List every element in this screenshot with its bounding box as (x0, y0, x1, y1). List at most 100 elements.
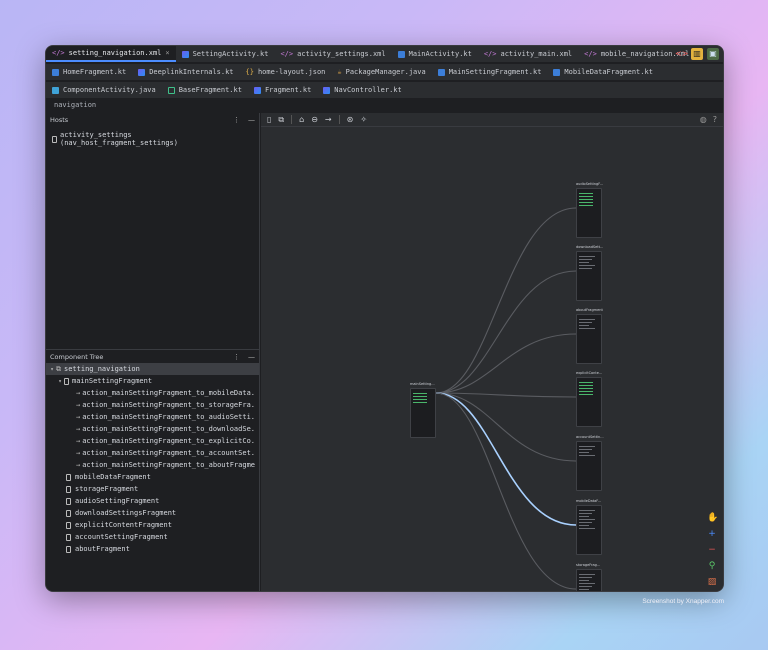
ide-window: </> setting_navigation.xml × SettingActivit… (45, 45, 724, 592)
graph-toolbar: ▯ ⧉ ⌂ ⊖ → ⊛ ✧ ◍? (261, 113, 723, 127)
magic-icon[interactable]: ✧ (360, 115, 367, 124)
tree-action-item[interactable]: → action_mainSettingFragment_to_explicitC… (46, 435, 259, 447)
design-icon[interactable]: ▣ (707, 48, 719, 60)
graph-node-destination[interactable] (576, 505, 602, 555)
tree-fragment-item[interactable]: explicitContentFragment (46, 519, 259, 531)
action-arrow-icon: → (76, 461, 81, 469)
graph-node-destination-label: aboutFragment (576, 308, 603, 312)
editor-tab[interactable]: ComponentActivity.java (46, 82, 162, 98)
hosts-title: Hosts (50, 116, 69, 124)
action-edge[interactable] (435, 333, 577, 394)
tree-fragment-item[interactable]: downloadSettingsFragment (46, 507, 259, 519)
chevron-down-icon[interactable]: ▾ (56, 378, 64, 385)
tree-action-item[interactable]: → action_mainSettingFragment_to_accountSe… (46, 447, 259, 459)
minimize-icon[interactable]: — (248, 116, 255, 124)
editor-tab[interactable]: ☕ PackageManager.java (331, 64, 431, 80)
tree-root[interactable]: ▾ ⧉ setting_navigation (46, 363, 259, 375)
pan-hand-icon[interactable]: ✋ (707, 513, 718, 523)
navigation-graph-canvas[interactable]: ▯ ⧉ ⌂ ⊖ → ⊛ ✧ ◍? mainSetting... audioSett… (261, 113, 723, 591)
tree-parent[interactable]: ▾ mainSettingFragment (46, 375, 259, 387)
graph-node-destination[interactable] (576, 251, 602, 301)
editor-tab[interactable]: BaseFragment.kt (162, 82, 248, 98)
graph-node-source[interactable] (410, 388, 436, 438)
xml-file-icon: </> (584, 49, 597, 58)
help-icon[interactable]: ? (713, 115, 717, 124)
editor-tab[interactable]: NavController.kt (317, 82, 407, 98)
editor-tab[interactable]: DeeplinkInternals.kt (132, 64, 239, 80)
editor-tab[interactable]: Fragment.kt (248, 82, 317, 98)
tree-action-item[interactable]: → action_mainSettingFragment_to_audioSett… (46, 411, 259, 423)
editor-tab[interactable]: MainSettingFragment.kt (432, 64, 548, 80)
editor-tab-label: setting_navigation.xml (68, 49, 162, 57)
action-edge[interactable] (435, 270, 577, 394)
preview-line (579, 259, 592, 260)
tree-fragment-item[interactable]: aboutFragment (46, 543, 259, 555)
kt-file-icon (323, 86, 331, 94)
home-icon[interactable]: ⌂ (299, 115, 304, 124)
action-arrow-icon: → (76, 437, 81, 445)
preview-line (579, 256, 595, 257)
blue-file-icon (52, 68, 59, 76)
link-icon[interactable]: ⊖ (311, 115, 318, 124)
editor-tab[interactable]: {} home-layout.json (240, 64, 332, 80)
warning-icon[interactable]: ◍ (700, 115, 707, 124)
blue-file-icon (397, 50, 405, 58)
editor-tab[interactable]: SettingActivity.kt (176, 46, 275, 62)
code-icon[interactable]: <> (675, 48, 688, 60)
tree-action-item[interactable]: → action_mainSettingFragment_to_storageFr… (46, 399, 259, 411)
new-destination-icon[interactable]: ▯ (267, 115, 271, 124)
preview-line (579, 268, 592, 269)
comp-file-icon (52, 86, 59, 94)
tree-fragment-item[interactable]: mobileDataFragment (46, 471, 259, 483)
more-options-icon[interactable]: ⋮ (233, 116, 240, 124)
action-arrow-icon: → (76, 449, 81, 457)
split-icon[interactable]: ▥ (691, 48, 703, 60)
tree-action-item[interactable]: → action_mainSettingFragment_to_mobileDat… (46, 387, 259, 399)
editor-tab[interactable]: </> activity_settings.xml (274, 46, 391, 62)
preview-line (579, 202, 593, 203)
graph-node-destination[interactable] (576, 314, 602, 364)
zoom-out-icon[interactable]: − (707, 545, 717, 555)
fit-screen-icon[interactable]: ▨ (707, 577, 717, 587)
component-tree-title: Component Tree (50, 352, 104, 361)
action-edges (435, 207, 577, 590)
component-tree: ▾ ⧉ setting_navigation ▾ mainSettingFrag… (46, 363, 259, 555)
graph-node-destination[interactable] (576, 188, 602, 238)
graph-node-destination[interactable] (576, 377, 602, 427)
editor-tab[interactable]: MobileDataFragment.kt (547, 64, 659, 80)
editor-tab[interactable]: </> setting_navigation.xml × (46, 46, 176, 62)
tree-fragment-label: mobileDataFragment (75, 473, 151, 481)
tree-action-item[interactable]: → action_mainSettingFragment_to_downloadS… (46, 423, 259, 435)
more-options-icon[interactable]: ⋮ (233, 353, 240, 361)
breadcrumb[interactable]: navigation (46, 98, 723, 112)
zoom-icon[interactable]: ⚲ (707, 561, 717, 571)
add-action-icon[interactable]: → (325, 115, 332, 124)
action-edge[interactable] (435, 207, 577, 394)
host-item[interactable]: activity_settings (nav_host_fragment_set… (52, 131, 253, 147)
editor-tab[interactable]: HomeFragment.kt (46, 64, 132, 80)
preview-line (579, 265, 595, 266)
editor-tab-actions: <> ▥ ▣ (675, 48, 719, 60)
graph-node-destination[interactable] (576, 569, 602, 591)
action-arrow-icon: → (76, 389, 81, 397)
auto-arrange-icon[interactable]: ⊛ (347, 115, 354, 124)
graph-node-destination[interactable] (576, 441, 602, 491)
close-icon[interactable]: × (165, 49, 169, 57)
tree-fragment-item[interactable]: storageFragment (46, 483, 259, 495)
chevron-down-icon[interactable]: ▾ (48, 366, 56, 373)
editor-tab-label: MainSettingFragment.kt (448, 68, 542, 76)
blue-file-icon (553, 68, 561, 76)
minimize-icon[interactable]: — (248, 353, 255, 361)
tree-action-item[interactable]: → action_mainSettingFragment_to_aboutFrag… (46, 459, 259, 471)
zoom-in-icon[interactable]: + (707, 529, 717, 539)
preview-line (579, 577, 592, 578)
tree-action-label: action_mainSettingFragment_to_accountSet… (82, 449, 256, 457)
tree-fragment-item[interactable]: audioSettingFragment (46, 495, 259, 507)
preview-line (579, 586, 592, 587)
nested-graph-icon[interactable]: ⧉ (278, 115, 284, 125)
editor-tab[interactable]: </> activity_main.xml (478, 46, 578, 62)
graph-node-destination-label: storageFrag... (576, 563, 601, 567)
tree-fragment-item[interactable]: accountSettingFragment (46, 531, 259, 543)
editor-tab[interactable]: MainActivity.kt (392, 46, 478, 62)
action-edge[interactable] (435, 392, 577, 590)
